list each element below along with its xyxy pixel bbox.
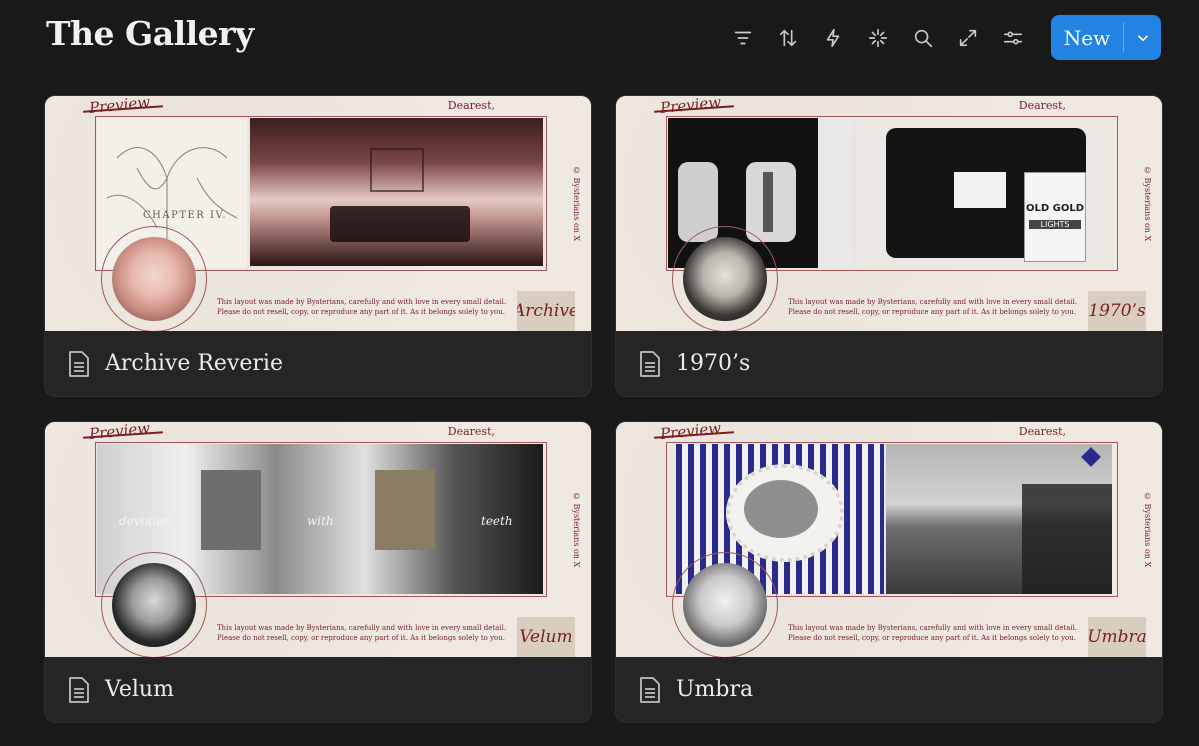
- card-cover: Preview Dearest, © Bysterians on X This …: [616, 422, 1162, 657]
- note-line: This layout was made by Bysterians, care…: [217, 624, 507, 632]
- card-cover: Preview Dearest, OLD GOLD LIGHTS © Byste…: [616, 96, 1162, 331]
- expand-icon: [959, 29, 977, 47]
- portrait-photo: [112, 237, 196, 321]
- coast-photo: [886, 444, 1112, 594]
- note-line: Please do not resell, copy, or reproduce…: [217, 634, 505, 642]
- cover-dearest-text: Dearest,: [1018, 99, 1066, 112]
- cover-side-text: © Bysterians on X: [1143, 492, 1152, 568]
- note-line: This layout was made by Bysterians, care…: [217, 298, 507, 306]
- card-footer: Archive Reverie: [45, 331, 591, 396]
- signature-stamp: Umbra: [1088, 617, 1146, 657]
- cover-note: This layout was made by Bysterians, care…: [217, 623, 547, 643]
- portrait-photo: [112, 563, 196, 647]
- expand-button[interactable]: [951, 21, 985, 55]
- portrait-circle: [672, 552, 778, 657]
- filter-button[interactable]: [726, 21, 760, 55]
- note-line: Please do not resell, copy, or reproduce…: [788, 308, 1076, 316]
- cover-dearest-text: Dearest,: [447, 425, 495, 438]
- page-icon: [638, 676, 662, 704]
- gallery-card[interactable]: Preview Dearest, CHAPTER IV. © Bysterian…: [45, 96, 591, 396]
- page-icon: [638, 350, 662, 378]
- settings-button[interactable]: [996, 21, 1030, 55]
- velum-word: devotion: [119, 514, 172, 528]
- lightning-icon: [826, 28, 840, 48]
- chevron-down-icon: [1137, 34, 1148, 41]
- cover-dearest-text: Dearest,: [1018, 425, 1066, 438]
- cover-note: This layout was made by Bysterians, care…: [788, 297, 1118, 317]
- portrait-photo: [683, 563, 767, 647]
- card-title: 1970’s: [676, 351, 751, 376]
- note-line: This layout was made by Bysterians, care…: [788, 624, 1078, 632]
- signature-stamp: Velum: [517, 617, 575, 657]
- sparkle-icon: [868, 28, 888, 48]
- portrait-circle: [101, 552, 207, 657]
- new-button-group: New: [1051, 15, 1161, 60]
- card-footer: Umbra: [616, 657, 1162, 722]
- chapter-text: CHAPTER IV.: [143, 210, 228, 221]
- note-line: Please do not resell, copy, or reproduce…: [788, 634, 1076, 642]
- sort-button[interactable]: [771, 21, 805, 55]
- vintage-bag-photo: OLD GOLD LIGHTS: [856, 118, 1114, 268]
- gallery-card[interactable]: Preview Dearest, © Bysterians on X This …: [616, 422, 1162, 722]
- velum-word: with: [307, 514, 334, 528]
- cover-side-text: © Bysterians on X: [572, 492, 581, 568]
- portrait-circle: [672, 226, 778, 331]
- cover-side-text: © Bysterians on X: [1143, 166, 1152, 242]
- brand-sub-text: LIGHTS: [1029, 220, 1081, 229]
- signature-stamp: Archive: [517, 291, 575, 331]
- card-title: Umbra: [676, 677, 754, 702]
- brand-text: OLD GOLD: [1025, 203, 1085, 214]
- automation-button[interactable]: [816, 21, 850, 55]
- view-toolbar: [726, 20, 1041, 56]
- card-footer: 1970’s: [616, 331, 1162, 396]
- search-button[interactable]: [906, 21, 940, 55]
- new-button[interactable]: New: [1051, 15, 1123, 60]
- card-cover: Preview Dearest, CHAPTER IV. © Bysterian…: [45, 96, 591, 331]
- velum-word: teeth: [481, 514, 513, 528]
- gallery-card[interactable]: Preview Dearest, devotion with teeth © B…: [45, 422, 591, 722]
- portrait-circle: [101, 226, 207, 331]
- gallery-card[interactable]: Preview Dearest, OLD GOLD LIGHTS © Byste…: [616, 96, 1162, 396]
- new-dropdown-button[interactable]: [1124, 15, 1161, 60]
- page-title: The Gallery: [46, 14, 254, 53]
- sort-icon: [779, 29, 797, 47]
- page-icon: [67, 676, 91, 704]
- note-line: Please do not resell, copy, or reproduce…: [217, 308, 505, 316]
- concert-hall-photo: [250, 118, 543, 266]
- card-title: Archive Reverie: [105, 351, 283, 376]
- ai-button[interactable]: [861, 21, 895, 55]
- card-title: Velum: [105, 677, 174, 702]
- signature-stamp: 1970’s: [1088, 291, 1146, 331]
- settings-sliders-icon: [1003, 31, 1023, 45]
- cover-note: This layout was made by Bysterians, care…: [788, 623, 1118, 643]
- cover-note: This layout was made by Bysterians, care…: [217, 297, 547, 317]
- card-footer: Velum: [45, 657, 591, 722]
- portrait-photo: [683, 237, 767, 321]
- search-icon: [914, 29, 933, 48]
- note-line: This layout was made by Bysterians, care…: [788, 298, 1078, 306]
- cover-side-text: © Bysterians on X: [572, 166, 581, 242]
- page-icon: [67, 350, 91, 378]
- card-cover: Preview Dearest, devotion with teeth © B…: [45, 422, 591, 657]
- filter-icon: [734, 31, 752, 45]
- cover-dearest-text: Dearest,: [447, 99, 495, 112]
